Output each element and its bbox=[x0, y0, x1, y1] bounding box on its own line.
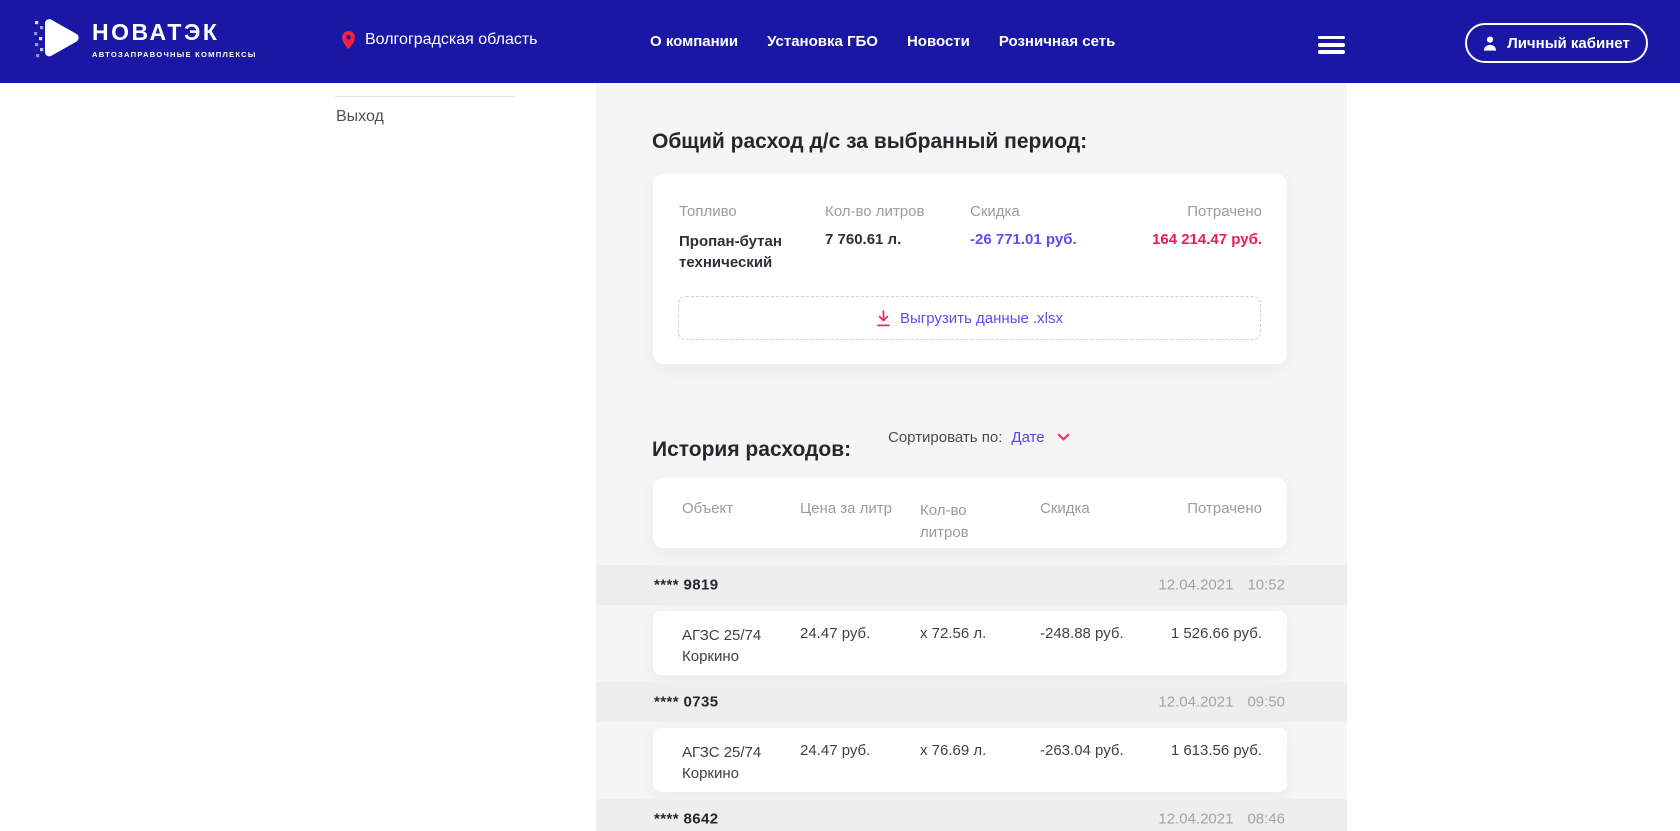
history-entry-band: **** 0735 12.04.2021 09:50 bbox=[596, 682, 1347, 722]
entry-date: 12.04.2021 bbox=[1158, 811, 1233, 828]
history-row-card: АГЗС 25/74 Коркино 24.47 руб. х 72.56 л.… bbox=[653, 611, 1287, 675]
history-col-discount: Скидка bbox=[1040, 500, 1090, 517]
price-per-liter: 24.47 руб. bbox=[800, 625, 870, 642]
history-col-price: Цена за литр bbox=[800, 500, 892, 517]
entry-datetime: 12.04.2021 09:50 bbox=[1158, 694, 1285, 711]
history-col-spent: Потрачено bbox=[1187, 500, 1262, 517]
summary-discount-value: -26 771.01 руб. bbox=[970, 231, 1077, 248]
liters-amount: х 76.69 л. bbox=[920, 742, 986, 759]
station-name: АГЗС 25/74 Коркино bbox=[682, 625, 782, 667]
entry-time: 09:50 bbox=[1247, 694, 1285, 711]
chevron-down-icon[interactable] bbox=[1057, 433, 1070, 442]
novatek-triangle-logo-icon bbox=[32, 13, 80, 65]
card-number: **** 8642 bbox=[654, 811, 719, 828]
station-name: АГЗС 25/74 Коркино bbox=[682, 742, 782, 784]
history-header-card: Объект Цена за литр Кол-во литров Скидка… bbox=[653, 478, 1287, 548]
export-xlsx-label: Выгрузить данные .xlsx bbox=[900, 310, 1063, 327]
personal-account-button[interactable]: Личный кабинет bbox=[1465, 23, 1648, 63]
nav-link-about[interactable]: О компании bbox=[650, 33, 738, 50]
summary-card: Топливо Кол-во литров Скидка Потрачено П… bbox=[653, 174, 1287, 364]
summary-col-fuel: Топливо bbox=[679, 203, 737, 220]
hamburger-menu-icon[interactable] bbox=[1318, 36, 1345, 58]
discount-amount: -263.04 руб. bbox=[1040, 742, 1124, 759]
top-navbar: НОВАТЭК АВТОЗАПРАВОЧНЫЕ КОМПЛЕКСЫ Волгог… bbox=[0, 0, 1680, 83]
card-number: **** 0735 bbox=[654, 694, 719, 711]
discount-amount: -248.88 руб. bbox=[1040, 625, 1124, 642]
card-number: **** 9819 bbox=[654, 577, 719, 594]
summary-fuel-name: Пропан-бутан технический bbox=[679, 231, 804, 273]
spent-amount: 1 613.56 руб. bbox=[1171, 742, 1262, 759]
logo-text: НОВАТЭК АВТОЗАПРАВОЧНЫЕ КОМПЛЕКСЫ bbox=[92, 19, 257, 59]
summary-spent-value: 164 214.47 руб. bbox=[1152, 231, 1262, 248]
nav-link-news[interactable]: Новости bbox=[907, 33, 970, 50]
download-icon bbox=[876, 310, 891, 327]
liters-amount: х 72.56 л. bbox=[920, 625, 986, 642]
sort-control: Сортировать по: Дате bbox=[888, 429, 1070, 446]
novatek-logo[interactable]: НОВАТЭК АВТОЗАПРАВОЧНЫЕ КОМПЛЕКСЫ bbox=[32, 13, 257, 65]
nav-link-retail[interactable]: Розничная сеть bbox=[999, 33, 1115, 50]
logo-title: НОВАТЭК bbox=[92, 19, 257, 45]
history-entry-band: **** 9819 12.04.2021 10:52 bbox=[596, 565, 1347, 605]
region-selector[interactable]: Волгоградская область bbox=[342, 31, 538, 49]
history-title: История расходов: bbox=[652, 438, 851, 462]
history-col-object: Объект bbox=[682, 500, 733, 517]
entry-time: 08:46 bbox=[1247, 811, 1285, 828]
price-per-liter: 24.47 руб. bbox=[800, 742, 870, 759]
sort-by-label: Сортировать по: bbox=[888, 429, 1002, 446]
main-nav: О компании Установка ГБО Новости Розничн… bbox=[650, 33, 1115, 50]
entry-date: 12.04.2021 bbox=[1158, 577, 1233, 594]
summary-col-discount: Скидка bbox=[970, 203, 1020, 220]
entry-time: 10:52 bbox=[1247, 577, 1285, 594]
region-label: Волгоградская область bbox=[365, 31, 538, 49]
entry-datetime: 12.04.2021 10:52 bbox=[1158, 577, 1285, 594]
history-entry-band: **** 8642 12.04.2021 08:46 bbox=[596, 799, 1347, 831]
history-row-card: АГЗС 25/74 Коркино 24.47 руб. х 76.69 л.… bbox=[653, 728, 1287, 792]
logo-subtitle: АВТОЗАПРАВОЧНЫЕ КОМПЛЕКСЫ bbox=[92, 50, 257, 59]
summary-col-spent: Потрачено bbox=[1187, 203, 1262, 220]
spent-amount: 1 526.66 руб. bbox=[1171, 625, 1262, 642]
summary-liters-value: 7 760.61 л. bbox=[825, 231, 901, 248]
sort-by-value[interactable]: Дате bbox=[1011, 429, 1044, 446]
entry-datetime: 12.04.2021 08:46 bbox=[1158, 811, 1285, 828]
summary-title: Общий расход д/с за выбранный период: bbox=[652, 130, 1087, 154]
entry-date: 12.04.2021 bbox=[1158, 694, 1233, 711]
summary-col-liters: Кол-во литров bbox=[825, 203, 924, 220]
sidebar-divider bbox=[335, 96, 515, 97]
account-page: НОВАТЭК АВТОЗАПРАВОЧНЫЕ КОМПЛЕКСЫ Волгог… bbox=[0, 0, 1680, 831]
location-pin-icon bbox=[342, 31, 355, 49]
user-icon bbox=[1483, 36, 1497, 51]
nav-link-gbo[interactable]: Установка ГБО bbox=[767, 33, 878, 50]
history-col-liters: Кол-во литров bbox=[920, 500, 990, 544]
personal-account-label: Личный кабинет bbox=[1507, 35, 1630, 52]
expenses-panel: Общий расход д/с за выбранный период: То… bbox=[596, 83, 1347, 831]
sidebar-logout-link[interactable]: Выход bbox=[336, 108, 384, 126]
export-xlsx-button[interactable]: Выгрузить данные .xlsx bbox=[678, 296, 1261, 340]
